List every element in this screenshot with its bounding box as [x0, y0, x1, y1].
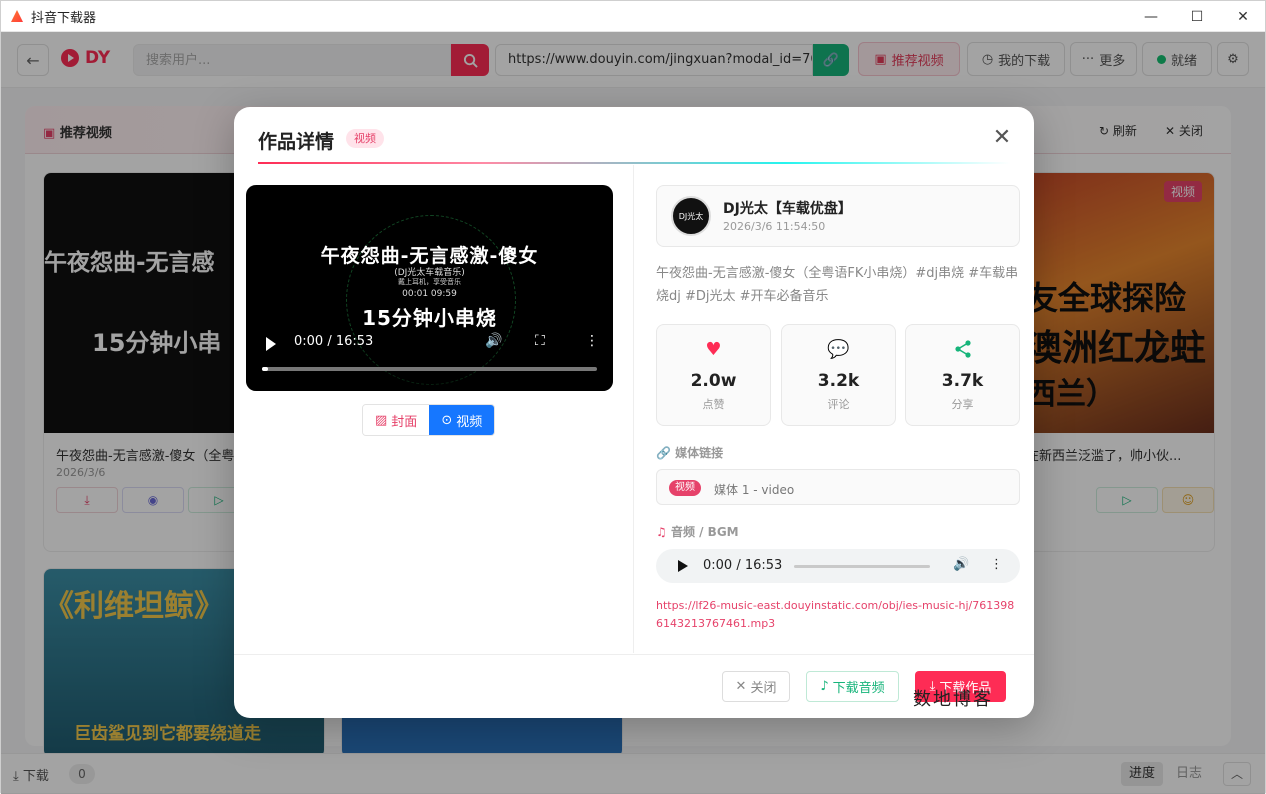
- detail-modal: 作品详情 视频 ✕ 午夜怨曲-无言感激-傻女 (DJ光太车载音乐) 戴上耳机，享…: [234, 107, 1034, 718]
- video-text: 午夜怨曲-无言感激-傻女: [320, 245, 539, 267]
- type-badge: 视频: [346, 129, 384, 148]
- shares-stat: 3.7k 分享: [905, 324, 1020, 426]
- author-name: DJ光太【车载优盘】: [723, 201, 852, 217]
- more-options-icon[interactable]: ⋮: [585, 333, 599, 349]
- close-icon: ✕: [992, 125, 1012, 150]
- video-progress-bar[interactable]: [262, 367, 597, 371]
- cover-tab[interactable]: ▨ 封面: [363, 405, 430, 435]
- author-card[interactable]: DJ光太 DJ光太【车载优盘】 2026/3/6 11:54:50: [656, 185, 1020, 247]
- image-icon: ▨: [375, 412, 388, 428]
- stat-label: 点赞: [702, 398, 725, 411]
- music-note-icon: ♪: [820, 679, 829, 694]
- stat-value: 3.7k: [941, 371, 984, 391]
- video-text: 00:01 09:59: [402, 289, 457, 299]
- app-icon: [11, 10, 23, 22]
- stat-value: 2.0w: [690, 371, 737, 391]
- music-note-icon: ♫: [656, 525, 671, 539]
- audio-progress-bar[interactable]: [794, 565, 930, 568]
- modal-title: 作品详情: [258, 131, 335, 153]
- close-modal-button[interactable]: ✕: [990, 127, 1014, 151]
- video-text: 戴上耳机，享受音乐: [398, 278, 461, 286]
- title-bar: 抖音下载器 — ☐ ✕: [1, 1, 1265, 32]
- audio-time: 0:00 / 16:53: [703, 558, 783, 573]
- video-controls: 0:00 / 16:53 🔊 ⛶ ⋮: [246, 327, 613, 391]
- stat-label: 分享: [951, 398, 974, 411]
- title-divider: [258, 162, 1010, 164]
- comment-icon: 💬: [827, 339, 850, 360]
- video-player[interactable]: 午夜怨曲-无言感激-傻女 (DJ光太车载音乐) 戴上耳机，享受音乐 00:01 …: [246, 185, 613, 391]
- close-window-button[interactable]: ✕: [1220, 1, 1266, 32]
- play-icon[interactable]: [266, 337, 276, 351]
- media-link-item[interactable]: 视频 媒体 1 - video: [656, 469, 1020, 505]
- window-title: 抖音下载器: [31, 10, 97, 26]
- heart-icon: ♥: [705, 339, 722, 360]
- preview-toggle: ▨ 封面 ⊙ 视频: [362, 404, 496, 436]
- audio-url-link[interactable]: https://lf26-music-east.douyinstatic.com…: [656, 597, 1020, 633]
- volume-icon[interactable]: 🔊: [953, 557, 969, 572]
- audio-player[interactable]: 0:00 / 16:53 🔊 ⋮: [656, 549, 1020, 583]
- link-icon: 🔗: [656, 446, 676, 460]
- more-options-icon[interactable]: ⋮: [990, 557, 1003, 572]
- maximize-button[interactable]: ☐: [1174, 1, 1220, 32]
- comments-stat: 💬 3.2k 评论: [781, 324, 896, 426]
- fullscreen-icon[interactable]: ⛶: [535, 333, 545, 349]
- avatar: DJ光太: [671, 196, 711, 236]
- publish-time: 2026/3/6 11:54:50: [723, 220, 826, 233]
- likes-stat: ♥ 2.0w 点赞: [656, 324, 771, 426]
- stat-value: 3.2k: [817, 371, 860, 391]
- minimize-button[interactable]: —: [1128, 1, 1174, 32]
- audio-section-label: ♫ 音频 / BGM: [656, 525, 739, 539]
- media-type-badge: 视频: [669, 480, 701, 496]
- download-audio-button[interactable]: ♪ 下载音频: [806, 671, 899, 702]
- play-circle-icon: ⊙: [441, 412, 453, 428]
- media-section-label: 🔗 媒体链接: [656, 446, 724, 460]
- stat-label: 评论: [827, 398, 850, 411]
- share-icon: [906, 339, 1019, 361]
- close-button[interactable]: ✕ 关闭: [722, 671, 790, 702]
- play-icon[interactable]: [678, 560, 688, 572]
- column-divider: [633, 165, 634, 653]
- app-window: 抖音下载器 — ☐ ✕ ← DY 搜索用户... https://www.dou…: [0, 0, 1266, 794]
- watermark: 数地博客: [913, 689, 993, 710]
- footer-divider: [234, 654, 1034, 655]
- video-time: 0:00 / 16:53: [294, 334, 374, 349]
- media-label: 媒体 1 - video: [714, 483, 795, 497]
- work-description: 午夜怨曲-无言感激-傻女（全粤语FK小串烧）#dj串烧 #车载串烧dj #Dj光…: [656, 266, 1019, 304]
- volume-icon[interactable]: 🔊: [485, 333, 502, 349]
- close-icon: ✕: [735, 679, 747, 694]
- video-tab[interactable]: ⊙ 视频: [429, 405, 495, 435]
